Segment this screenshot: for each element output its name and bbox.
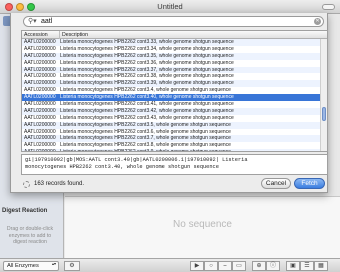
- fetch-button[interactable]: Fetch: [294, 178, 325, 189]
- table-row[interactable]: AATL0200000 Listeria monocytogenes HPB226…: [22, 39, 322, 46]
- window-title: Untitled: [157, 2, 183, 11]
- description-cell: Listeria monocytogenes HPB2262 cont3.42,…: [60, 107, 234, 114]
- table-row[interactable]: AATL0200000 Listeria monocytogenes HPB226…: [22, 107, 322, 115]
- table-row[interactable]: AATL0200000 Listeria monocytogenes HPB226…: [22, 94, 322, 102]
- list-tool-icon[interactable]: ☰: [300, 261, 314, 271]
- table-row[interactable]: AATL0200000Listeria monocytogenes HPB226…: [22, 149, 322, 151]
- description-cell: Listeria monocytogenes HPB2262 cont3.33,…: [60, 39, 234, 45]
- table-row[interactable]: AATL0200000 Listeria monocytogenes HPB226…: [22, 101, 322, 108]
- info-tool-icon[interactable]: ⓘ: [266, 261, 280, 271]
- description-cell: Listeria monocytogenes HPB2262 cont3.43,…: [60, 114, 234, 121]
- cancel-button[interactable]: Cancel: [261, 178, 291, 189]
- accession-cell: AATL0200000: [24, 59, 56, 66]
- no-sequence-placeholder: No sequence: [173, 219, 232, 230]
- line-tool-icon[interactable]: ⎯: [218, 261, 232, 271]
- results-table[interactable]: Accession Description AATL0200000 Listeri…: [21, 30, 328, 152]
- accession-cell: AATL0200000: [24, 45, 56, 52]
- description-cell: Listeria monocytogenes HPB2262 cont3.8, …: [60, 142, 231, 149]
- accession-cell: AATL0200000: [24, 87, 56, 94]
- table-row[interactable]: AATL0200000 Listeria monocytogenes HPB226…: [22, 52, 322, 60]
- vertical-scrollbar[interactable]: [320, 39, 327, 151]
- select-tool-icon[interactable]: ▶: [190, 261, 204, 271]
- search-icon[interactable]: ⚲▾: [28, 17, 37, 26]
- accession-cell: AATL0200000: [24, 121, 56, 128]
- accession-cell: AATL0200000: [24, 142, 56, 149]
- accession-cell: AATL0200000: [22, 149, 60, 151]
- accession-cell: AATL0200000: [24, 101, 56, 108]
- description-cell: Listeria monocytogenes HPB2262 cont3.38,…: [60, 73, 234, 80]
- detail-line: gi|197910092|gb|MOS:AATL cont3.40|gb|AAT…: [25, 157, 248, 163]
- table-row[interactable]: AATL0200000 Listeria monocytogenes HPB226…: [22, 135, 322, 143]
- table-row[interactable]: AATL0200000 Listeria monocytogenes HPB226…: [22, 115, 322, 122]
- scrollbar-thumb[interactable]: [322, 107, 326, 121]
- accession-cell: AATL0200000: [24, 39, 56, 45]
- fetch-sequence-sheet: ⚲▾ ✕ Accession Description AATL0200000Li…: [10, 13, 328, 193]
- view-tool-icon[interactable]: ▣: [286, 261, 300, 271]
- description-cell: Listeria monocytogenes HPB2262 cont3.7, …: [60, 135, 231, 142]
- description-cell: Listeria monocytogenes HPB2262 cont3.41,…: [60, 101, 234, 108]
- accession-cell: AATL0200000: [24, 66, 56, 73]
- description-cell: Listeria monocytogenes HPB2262 cont3.5, …: [60, 121, 231, 128]
- accession-cell: AATL0200000: [24, 52, 56, 59]
- detail-line: monocytogenes HPB2262 cont3.40, whole ge…: [25, 164, 219, 170]
- table-row[interactable]: AATL0200000 Listeria monocytogenes HPB226…: [22, 66, 322, 74]
- accession-cell: AATL0200000: [24, 114, 56, 121]
- enzyme-set-select[interactable]: All Enzymes: [3, 261, 59, 271]
- table-row[interactable]: AATL0200000 Listeria monocytogenes HPB226…: [22, 87, 322, 94]
- description-cell: Listeria monocytogenes HPB2262 cont3.39,…: [60, 80, 234, 87]
- circle-tool-icon[interactable]: ○: [204, 261, 218, 271]
- description-cell: Listeria monocytogenes HPB2262 cont3.37,…: [60, 66, 234, 73]
- chart-tool-icon[interactable]: ▦: [314, 261, 328, 271]
- spinner-icon: [23, 180, 30, 188]
- digest-reaction-hint: Drag or double-click enzymes to add to d…: [6, 226, 54, 245]
- accession-cell: AATL0200000: [24, 107, 56, 114]
- sequence-view: No sequence: [65, 196, 340, 258]
- accession-cell: AATL0200000: [24, 80, 56, 87]
- column-header-accession[interactable]: Accession: [22, 31, 60, 39]
- table-row[interactable]: AATL0200000Listeria monocytogenes HPB226…: [22, 142, 322, 149]
- description-cell: Listeria monocytogenes HPB2262 cont3.35,…: [60, 52, 234, 59]
- table-header: Accession Description: [22, 31, 327, 39]
- records-count: 163 records found.: [34, 181, 85, 187]
- search-input[interactable]: [41, 17, 311, 26]
- title-bar: Untitled: [0, 0, 340, 14]
- table-body: AATL0200000 Listeria monocytogenes HPB226…: [22, 39, 322, 151]
- zoom-tool-icon[interactable]: ⊕: [252, 261, 266, 271]
- table-row[interactable]: AATL0200000 Listeria monocytogenes HPB226…: [22, 73, 322, 80]
- description-cell: Listeria monocytogenes HPB2262 cont3.9, …: [60, 149, 322, 151]
- table-row[interactable]: AATL0200000 Listeria monocytogenes HPB226…: [22, 121, 322, 129]
- search-field[interactable]: ⚲▾ ✕: [23, 16, 324, 27]
- description-cell: Listeria monocytogenes HPB2262 cont3.6, …: [60, 128, 231, 135]
- record-detail-text: gi|197910092|gb|MOS:AATL cont3.40|gb|AAT…: [21, 154, 328, 175]
- digest-reaction-title: Digest Reaction: [2, 208, 48, 214]
- accession-cell: AATL0200000: [24, 73, 56, 80]
- description-cell: Listeria monocytogenes HPB2262 cont3.4, …: [60, 87, 231, 94]
- clear-search-icon[interactable]: ✕: [314, 18, 321, 25]
- description-cell: Listeria monocytogenes HPB2262 cont3.34,…: [60, 45, 234, 52]
- accession-cell: AATL0200000: [24, 135, 56, 142]
- accession-cell: AATL0200000: [24, 94, 56, 101]
- table-row[interactable]: AATL0200000 Listeria monocytogenes HPB226…: [22, 80, 322, 88]
- status-bar: 163 records found.: [23, 179, 84, 189]
- description-cell: Listeria monocytogenes HPB2262 cont3.40,…: [60, 94, 234, 101]
- bottom-toolbar: All Enzymes ⚙ ▶ ○ ⎯ ▭ ⊕ ⓘ ▣ ☰ ▦: [0, 258, 340, 272]
- rectangle-tool-icon[interactable]: ▭: [232, 261, 246, 271]
- column-header-description[interactable]: Description: [60, 31, 320, 39]
- table-row[interactable]: AATL0200000 Listeria monocytogenes HPB226…: [22, 129, 322, 136]
- table-row[interactable]: AATL0200000 Listeria monocytogenes HPB226…: [22, 46, 322, 53]
- gear-icon[interactable]: ⚙: [64, 261, 80, 271]
- toolbar-toggle-button[interactable]: [322, 4, 335, 10]
- accession-cell: AATL0200000: [24, 128, 56, 135]
- description-cell: Listeria monocytogenes HPB2262 cont3.36,…: [60, 59, 234, 66]
- table-row[interactable]: AATL0200000 Listeria monocytogenes HPB226…: [22, 60, 322, 67]
